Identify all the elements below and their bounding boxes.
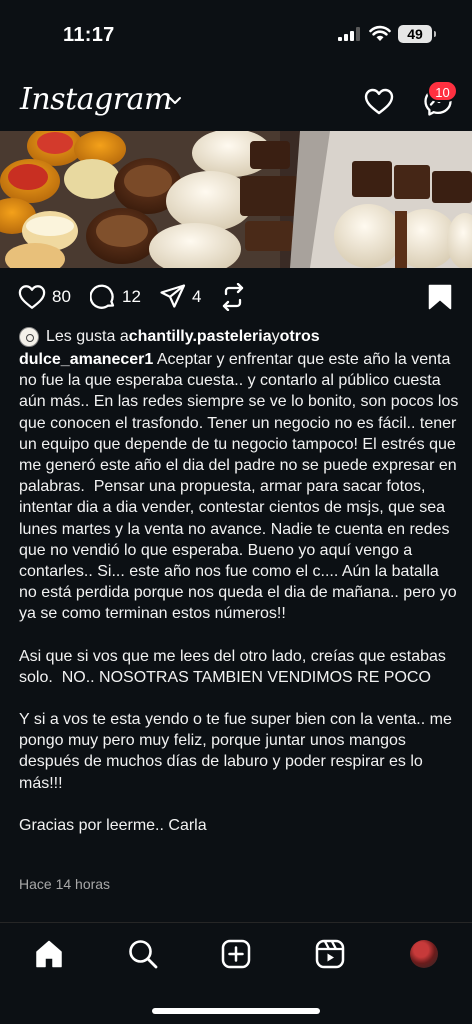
status-bar: 11:17 49: [0, 0, 472, 70]
comment-action[interactable]: 12: [90, 284, 141, 310]
battery-indicator: 49: [398, 25, 432, 43]
post-actions: 80 12 4: [0, 280, 472, 314]
home-indicator: [152, 1008, 320, 1014]
message-count-badge: 10: [427, 80, 458, 102]
bookmark-icon[interactable]: [428, 284, 452, 310]
like-action[interactable]: 80: [18, 284, 71, 310]
caption-paragraph-2: Asi que si vos que me lees del otro lado…: [19, 647, 451, 686]
wifi-icon: [369, 25, 391, 41]
post-image[interactable]: [0, 131, 472, 268]
post-timestamp: Hace 14 horas: [19, 876, 111, 892]
share-action[interactable]: 4: [160, 284, 201, 309]
battery-tip: [434, 31, 436, 37]
liked-by-prefix: Les gusta a: [46, 328, 129, 345]
status-time: 11:17: [63, 24, 115, 46]
search-icon[interactable]: [128, 939, 158, 969]
heart-icon[interactable]: [18, 284, 46, 310]
caption-paragraph-4: Gracias por leerme.. Carla: [19, 816, 207, 834]
post-caption: dulce_amanecer1 Aceptar y enfrentar que …: [19, 349, 459, 836]
instagram-logo[interactable]: Instagram: [20, 82, 172, 117]
shares-count: 4: [192, 286, 202, 306]
notifications-heart-icon[interactable]: [364, 88, 394, 115]
app-header: Instagram 10: [0, 76, 472, 128]
likes-count: 80: [52, 287, 71, 306]
caption-paragraph-1: Aceptar y enfrentar que este año la vent…: [19, 351, 463, 623]
liker-avatar[interactable]: [19, 327, 39, 347]
create-post-icon[interactable]: [221, 939, 251, 969]
liked-by-row[interactable]: Les gusta a chantilly.pasteleria y otros: [19, 327, 320, 347]
reels-icon[interactable]: [315, 939, 345, 969]
comment-icon[interactable]: [90, 284, 116, 310]
caption-paragraph-3: Y si a vos te esta yendo o te fue super …: [19, 711, 457, 792]
signal-icon: [338, 27, 360, 41]
chevron-down-icon[interactable]: [168, 96, 182, 106]
share-icon[interactable]: [160, 284, 186, 309]
pastry-photo: [0, 131, 472, 268]
repost-icon[interactable]: [220, 283, 246, 311]
comments-count: 12: [122, 287, 141, 306]
profile-avatar[interactable]: [410, 940, 438, 968]
liked-by-others[interactable]: otros: [280, 328, 320, 346]
home-icon[interactable]: [34, 939, 64, 969]
liked-by-user[interactable]: chantilly.pasteleria: [129, 328, 272, 346]
liked-by-join: y: [271, 328, 280, 345]
caption-username[interactable]: dulce_amanecer1: [19, 351, 153, 368]
